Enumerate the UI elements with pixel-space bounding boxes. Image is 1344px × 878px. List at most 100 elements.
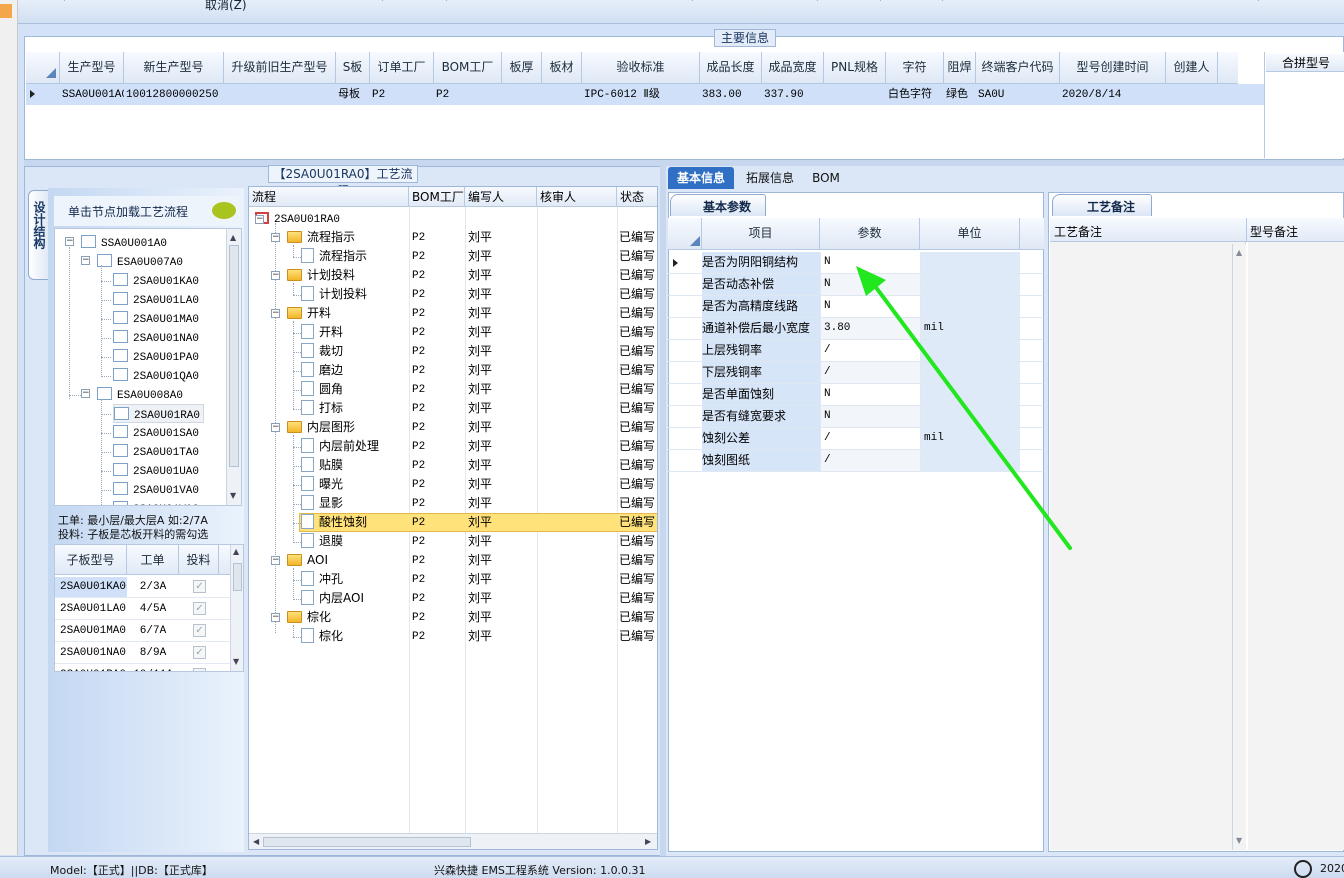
tree-node[interactable]: 2SA0U01NA0 — [113, 328, 199, 347]
collapse-toggle-icon[interactable]: − — [271, 613, 280, 622]
main-info-cell[interactable]: 2020/8/14 — [1062, 85, 1166, 105]
tree-node[interactable]: 2SA0U01VA0 — [113, 480, 199, 499]
main-info-column-header[interactable]: S板 — [336, 52, 370, 83]
sub-table-column-header[interactable]: 工单 — [127, 545, 179, 574]
sub-board-model-cell[interactable]: 2SA0U01MA0 — [55, 621, 127, 641]
scroll-up-icon[interactable]: ▲ — [230, 233, 236, 242]
params-column-header[interactable]: 项目 — [702, 218, 820, 249]
dropdown-arrow-icon[interactable]: ▾ — [940, 0, 945, 4]
flow-step-node[interactable]: 曝光 — [301, 475, 343, 494]
feed-checkbox[interactable]: ✓ — [193, 580, 206, 593]
dropdown-arrow-icon[interactable]: ▾ — [444, 0, 449, 4]
main-info-column-header[interactable]: 字符 — [886, 52, 944, 83]
tab-extended-info[interactable]: 拓展信息 — [736, 167, 804, 189]
side-tab-design-structure[interactable]: 设计结构 — [28, 190, 48, 280]
feed-checkbox[interactable]: ✓ — [193, 602, 206, 615]
sub-board-model-cell[interactable]: 2SA0U01PA0 — [55, 665, 127, 671]
table-row[interactable]: 是否单面蚀刻 N — [668, 384, 1042, 406]
table-row[interactable]: 是否动态补偿 N — [668, 274, 1042, 296]
table-row[interactable]: 2SA0U01KA0 2/3A ✓ — [55, 576, 243, 598]
scroll-thumb[interactable] — [263, 837, 471, 847]
param-value-cell[interactable]: / — [820, 428, 920, 449]
param-value-cell[interactable]: N — [820, 274, 920, 295]
main-info-column-header[interactable]: 新生产型号 — [124, 52, 224, 83]
param-value-cell[interactable]: N — [820, 296, 920, 317]
tree-node[interactable]: 2SA0U01WA0 — [113, 499, 199, 505]
feed-checkbox[interactable]: ✓ — [193, 624, 206, 637]
tree-node[interactable]: 2SA0U01QA0 — [113, 366, 199, 385]
dropdown-arrow-icon[interactable]: ▾ — [62, 0, 67, 4]
main-info-column-header[interactable]: 板材 — [542, 52, 582, 83]
main-info-column-header[interactable]: 成品宽度 — [762, 52, 824, 83]
sub-table-column-header[interactable]: 子板型号 — [55, 545, 127, 574]
table-row[interactable]: 通道补偿后最小宽度 3.80 mil — [668, 318, 1042, 340]
param-value-cell[interactable]: N — [820, 406, 920, 427]
tab-bom[interactable]: BOM — [808, 167, 844, 189]
main-info-cell[interactable]: IPC-6012 Ⅱ级 — [584, 85, 700, 105]
flow-step-node[interactable]: 计划投料 — [301, 285, 367, 304]
table-row[interactable]: 2SA0U01NA0 8/9A ✓ — [55, 642, 243, 664]
flow-root-node[interactable]: 2SA0U01RA0 — [255, 209, 340, 228]
work-order-cell[interactable]: 6/7A — [127, 621, 179, 641]
process-remarks-area[interactable] — [1050, 242, 1246, 850]
feed-checkbox[interactable]: ✓ — [193, 668, 206, 671]
main-info-column-header[interactable]: PNL规格 — [824, 52, 886, 83]
table-row[interactable]: 下层残铜率 / — [668, 362, 1042, 384]
expand-toggle-icon[interactable]: − — [81, 256, 90, 265]
work-order-cell[interactable]: 10/11A — [127, 665, 179, 671]
main-info-column-header[interactable]: 验收标准 — [582, 52, 700, 83]
tree-node[interactable]: ESA0U008A0 — [97, 385, 183, 404]
flow-step-node[interactable]: 退膜 — [301, 532, 343, 551]
tree-node[interactable]: 2SA0U01UA0 — [113, 461, 199, 480]
table-row[interactable]: 上层残铜率 / — [668, 340, 1042, 362]
main-info-cell[interactable]: 383.00 — [702, 85, 762, 105]
flow-step-node[interactable]: 内层AOI — [301, 589, 364, 608]
scroll-right-icon[interactable]: ▶ — [645, 837, 651, 846]
main-info-column-header[interactable]: 型号创建时间 — [1060, 52, 1166, 83]
sub-table-column-header[interactable]: 投料 — [179, 545, 219, 574]
main-info-column-header[interactable]: 板厚 — [502, 52, 542, 83]
main-info-column-header[interactable]: 订单工厂 — [370, 52, 434, 83]
main-info-column-header[interactable]: 生产型号 — [60, 52, 124, 83]
main-info-column-header[interactable]: BOM工厂 — [434, 52, 502, 83]
collapse-toggle-icon[interactable]: − — [271, 271, 280, 280]
param-value-cell[interactable]: / — [820, 450, 920, 471]
table-row[interactable]: 蚀刻图纸 / — [668, 450, 1042, 472]
flow-step-node[interactable]: 显影 — [301, 494, 343, 513]
tree-node[interactable]: 2SA0U01RA0 — [113, 404, 205, 423]
scroll-down-icon[interactable]: ▼ — [230, 491, 236, 500]
flow-column-header[interactable]: 流程 — [249, 187, 409, 207]
param-value-cell[interactable]: 3.80 — [820, 318, 920, 339]
flow-step-node[interactable]: 流程指示 — [301, 247, 367, 266]
main-info-cell[interactable]: 10012800000250 — [126, 85, 224, 105]
table-row[interactable]: 2SA0U01LA0 4/5A ✓ — [55, 598, 243, 620]
collapse-toggle-icon[interactable]: − — [255, 215, 264, 224]
tree-scrollbar[interactable]: ▲ ▼ — [226, 229, 241, 505]
scroll-up-icon[interactable]: ▲ — [1236, 248, 1242, 257]
tree-node[interactable]: SSA0U001A0 — [81, 233, 167, 252]
main-info-cell[interactable]: SA0U — [978, 85, 1060, 105]
dropdown-arrow-icon[interactable]: ▾ — [815, 0, 820, 4]
flow-step-node[interactable]: 流程指示 — [287, 228, 355, 247]
flow-step-node[interactable]: 内层前处理 — [301, 437, 379, 456]
param-value-cell[interactable]: N — [820, 384, 920, 405]
remarks-tab[interactable]: 工艺备注 — [1052, 194, 1152, 216]
collapse-toggle-icon[interactable]: − — [271, 556, 280, 565]
main-info-cell[interactable]: 绿色 — [946, 85, 976, 105]
collapse-toggle-icon[interactable]: − — [271, 233, 280, 242]
main-info-column-header[interactable]: 终端客户代码 — [976, 52, 1060, 83]
scroll-left-icon[interactable]: ◀ — [253, 837, 259, 846]
dropdown-arrow-icon[interactable]: ▾ — [878, 0, 883, 4]
work-order-cell[interactable]: 8/9A — [127, 643, 179, 663]
main-info-cell[interactable]: 白色字符 — [888, 85, 944, 105]
tree-node[interactable]: 2SA0U01LA0 — [113, 290, 199, 309]
flow-step-node[interactable]: 开料 — [301, 323, 343, 342]
main-info-column-header[interactable]: 升级前旧生产型号 — [224, 52, 336, 83]
param-value-cell[interactable]: / — [820, 340, 920, 361]
scroll-up-icon[interactable]: ▲ — [233, 547, 239, 556]
scroll-down-icon[interactable]: ▼ — [1236, 836, 1242, 845]
dropdown-arrow-icon[interactable]: ▾ — [690, 0, 695, 4]
flow-column-header[interactable]: 状态 — [617, 187, 657, 207]
main-info-cell[interactable]: 337.90 — [764, 85, 824, 105]
flow-step-node[interactable]: 酸性蚀刻 — [301, 513, 367, 532]
